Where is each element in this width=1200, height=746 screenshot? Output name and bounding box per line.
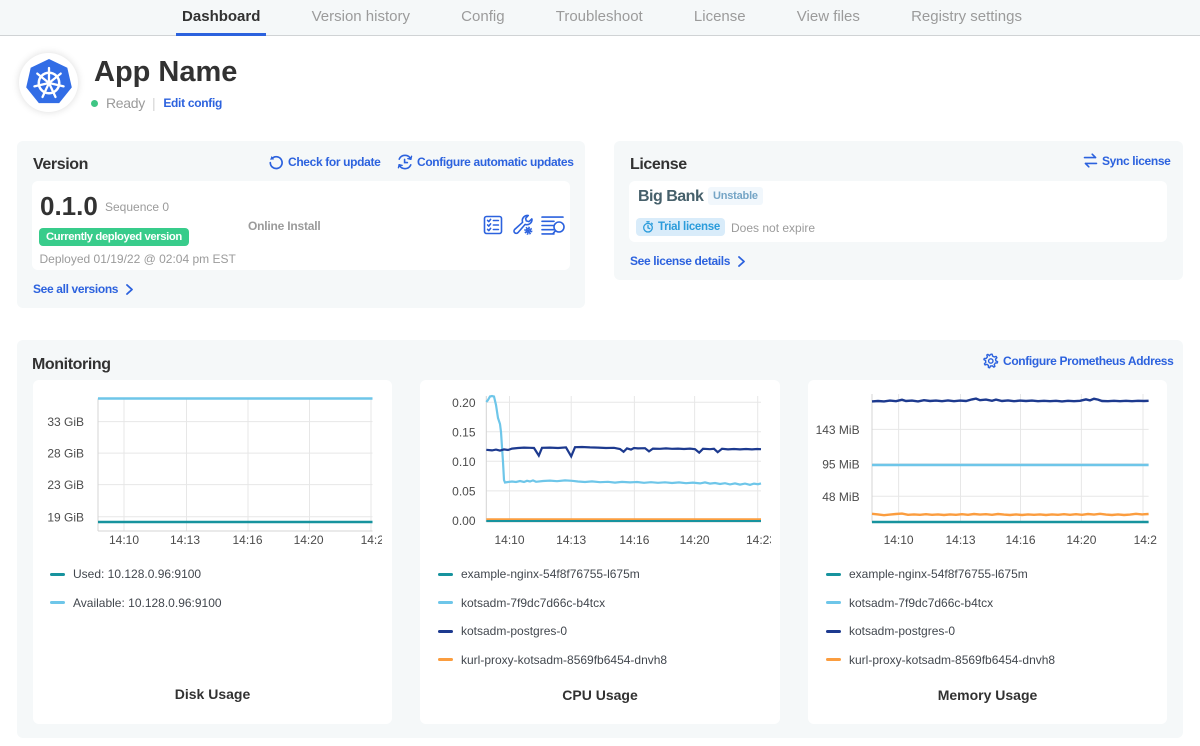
svg-text:14:10: 14:10 [109,533,139,547]
svg-text:14:16: 14:16 [1005,533,1035,547]
svg-text:14:16: 14:16 [619,533,649,547]
svg-text:143 MiB: 143 MiB [816,423,860,437]
svg-text:48 MiB: 48 MiB [822,490,859,504]
svg-text:95 MiB: 95 MiB [822,457,859,471]
svg-text:28 GiB: 28 GiB [47,447,84,461]
svg-text:19 GiB: 19 GiB [47,510,84,524]
svg-text:14:20: 14:20 [680,533,710,547]
svg-text:14:23: 14:23 [1134,533,1157,547]
svg-text:14:20: 14:20 [1066,533,1096,547]
svg-text:14:23: 14:23 [361,533,382,547]
svg-text:14:10: 14:10 [494,533,524,547]
svg-text:14:16: 14:16 [232,533,262,547]
svg-text:0.15: 0.15 [452,425,476,439]
svg-text:14:13: 14:13 [556,533,586,547]
svg-text:23 GiB: 23 GiB [47,478,84,492]
svg-text:14:23: 14:23 [746,533,771,547]
svg-text:0.10: 0.10 [452,455,476,469]
svg-text:14:13: 14:13 [170,533,200,547]
svg-text:14:10: 14:10 [884,533,914,547]
svg-text:14:13: 14:13 [945,533,975,547]
svg-text:0.05: 0.05 [452,485,476,499]
svg-text:0.00: 0.00 [452,514,476,528]
svg-text:14:20: 14:20 [294,533,324,547]
svg-text:0.20: 0.20 [452,396,476,410]
svg-text:33 GiB: 33 GiB [47,415,84,429]
